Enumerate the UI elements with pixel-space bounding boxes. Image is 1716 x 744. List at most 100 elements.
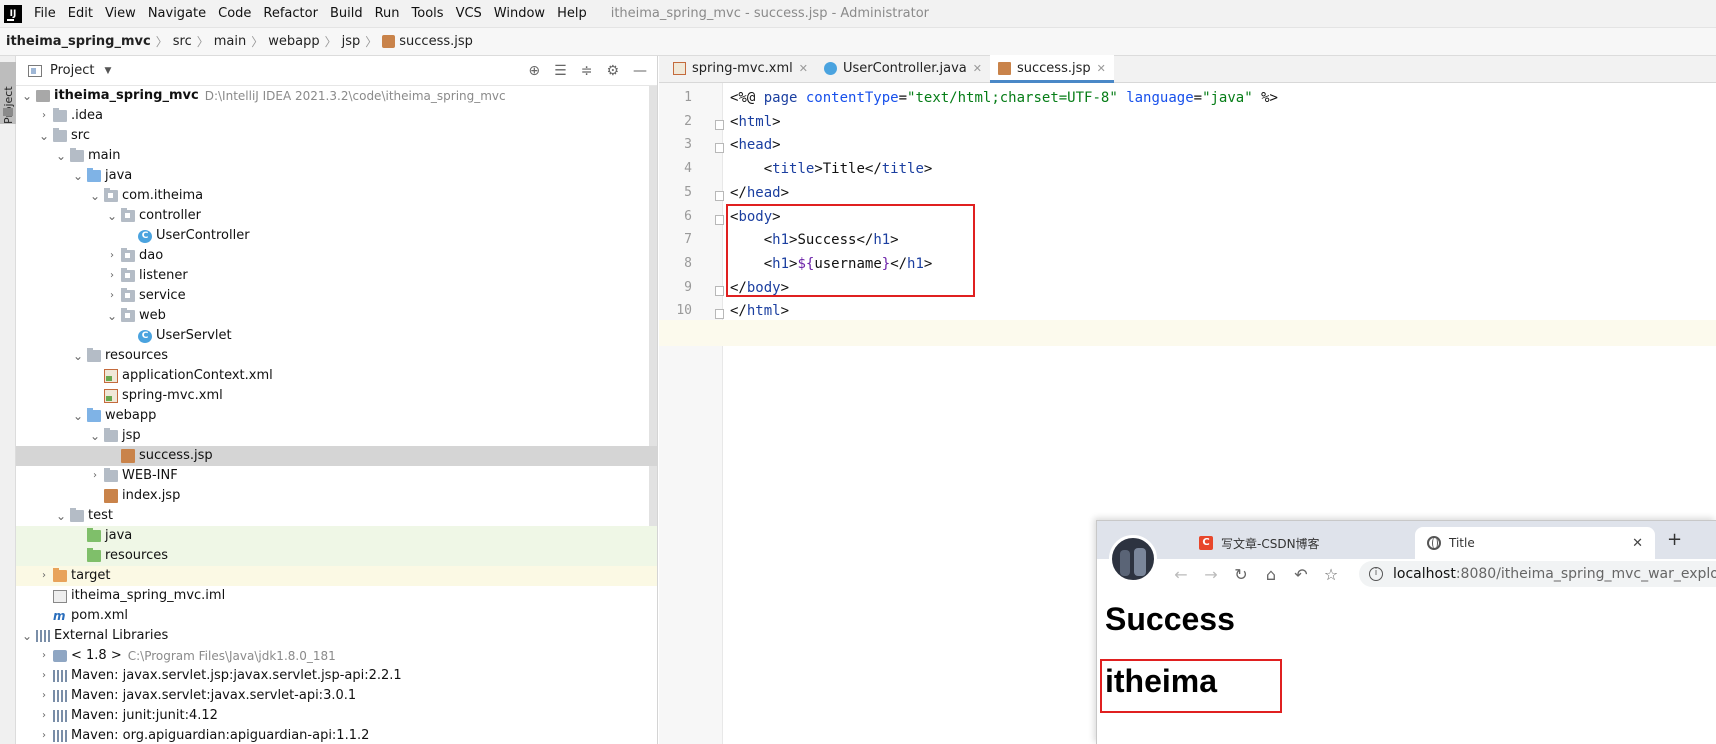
chevron-right-icon[interactable]: › — [37, 566, 51, 586]
tree-item[interactable]: ⌄ test — [16, 506, 657, 526]
code-line[interactable]: <%@ page contentType="text/html;charset=… — [730, 85, 1278, 111]
editor-tab[interactable]: spring-mvc.xml ✕ — [665, 55, 816, 82]
tree-item[interactable]: ⌄ web — [16, 306, 657, 326]
menu-file[interactable]: File — [28, 0, 62, 28]
menu-tools[interactable]: Tools — [406, 0, 450, 28]
tree-item[interactable]: ⌄ com.itheima — [16, 186, 657, 206]
tree-item[interactable]: › .idea — [16, 106, 657, 126]
menu-vcs[interactable]: VCS — [450, 0, 488, 28]
chevron-right-icon[interactable]: › — [105, 246, 119, 266]
browser-tab-csdn[interactable]: C 写文章-CSDN博客 — [1187, 527, 1407, 559]
code-line[interactable]: <title>Title</title> — [730, 156, 933, 182]
breadcrumb-item-src[interactable]: src — [173, 34, 192, 49]
collapse-all-icon[interactable]: ≑ — [581, 63, 593, 79]
reload-icon[interactable]: ↻ — [1233, 565, 1249, 584]
chevron-down-icon[interactable]: ⌄ — [54, 150, 68, 162]
tree-item[interactable]: › target — [16, 566, 657, 586]
breadcrumb-item-jsp[interactable]: jsp — [342, 34, 361, 49]
tree-item[interactable]: java — [16, 526, 657, 546]
tree-item[interactable]: ⌄ itheima_spring_mvc D:\IntelliJ IDEA 2021… — [16, 86, 657, 106]
chevron-down-icon[interactable]: ⌄ — [88, 430, 102, 442]
chevron-right-icon[interactable]: › — [88, 466, 102, 486]
chevron-down-icon[interactable]: ⌄ — [54, 510, 68, 522]
tree-item[interactable]: applicationContext.xml — [16, 366, 657, 386]
menu-run[interactable]: Run — [369, 0, 406, 28]
code-line[interactable]: </head> — [730, 180, 789, 206]
undo-icon[interactable]: ↶ — [1293, 565, 1309, 584]
tree-item[interactable]: ⌄ main — [16, 146, 657, 166]
menu-help[interactable]: Help — [551, 0, 593, 28]
locate-file-icon[interactable]: ⊕ — [528, 63, 540, 79]
tree-item[interactable]: › < 1.8 > C:\Program Files\Java\jdk1.8.0_1… — [16, 646, 657, 666]
chevron-down-icon[interactable]: ⌄ — [20, 90, 34, 102]
chevron-down-icon[interactable]: ⌄ — [71, 410, 85, 422]
code-line[interactable]: <html> — [730, 109, 781, 135]
chevron-right-icon[interactable]: › — [37, 726, 51, 744]
chevron-right-icon[interactable]: › — [105, 286, 119, 306]
back-icon[interactable]: ← — [1173, 565, 1189, 584]
hide-panel-icon[interactable]: — — [633, 63, 647, 79]
tree-item[interactable]: ⌄ jsp — [16, 426, 657, 446]
fold-marker-icon[interactable] — [715, 143, 724, 154]
chevron-down-icon[interactable]: ⌄ — [71, 170, 85, 182]
breadcrumb-item-main[interactable]: main — [214, 34, 246, 49]
chevron-down-icon[interactable]: ⌄ — [105, 310, 119, 322]
code-line[interactable]: <h1>${username}</h1> — [730, 251, 933, 277]
chevron-right-icon[interactable]: › — [37, 666, 51, 686]
breadcrumb-item-webapp[interactable]: webapp — [268, 34, 319, 49]
tree-item[interactable]: ⌄ src — [16, 126, 657, 146]
code-line[interactable]: </html> — [730, 298, 789, 324]
tree-item[interactable]: C UserServlet — [16, 326, 657, 346]
chevron-right-icon[interactable]: › — [37, 706, 51, 726]
info-icon[interactable]: i — [1369, 567, 1383, 581]
breadcrumb-item-project[interactable]: itheima_spring_mvc — [6, 34, 151, 49]
tree-item[interactable]: › dao — [16, 246, 657, 266]
bookmark-star-icon[interactable]: ☆ — [1323, 565, 1339, 584]
tree-item[interactable]: ⌄ controller — [16, 206, 657, 226]
tree-item[interactable]: › Maven: org.apiguardian:apiguardian-api:… — [16, 726, 657, 744]
fold-marker-icon[interactable] — [715, 119, 724, 130]
close-icon[interactable]: ✕ — [1097, 62, 1106, 75]
tree-item[interactable]: › WEB-INF — [16, 466, 657, 486]
chevron-down-icon[interactable]: ⌄ — [20, 630, 34, 642]
browser-tab-title[interactable]: Title ✕ — [1415, 527, 1655, 559]
fold-marker-icon[interactable] — [715, 309, 724, 320]
menu-edit[interactable]: Edit — [62, 0, 99, 28]
tree-item[interactable]: › service — [16, 286, 657, 306]
tree-item[interactable]: m pom.xml — [16, 606, 657, 626]
address-bar[interactable]: i localhost :8080/itheima_spring_mvc_war… — [1359, 561, 1716, 587]
project-panel-title[interactable]: Project — [50, 63, 94, 78]
tree-item[interactable]: itheima_spring_mvc.iml — [16, 586, 657, 606]
chevron-right-icon[interactable]: › — [37, 106, 51, 126]
tree-item[interactable]: C UserController — [16, 226, 657, 246]
code-line[interactable]: <body> — [730, 204, 781, 230]
chevron-right-icon[interactable]: › — [105, 266, 119, 286]
code-line[interactable]: <head> — [730, 132, 781, 158]
chevron-down-icon[interactable]: ⌄ — [71, 350, 85, 362]
expand-all-icon[interactable]: ☰ — [554, 63, 567, 79]
fold-marker-icon[interactable] — [715, 214, 724, 225]
fold-marker-icon[interactable] — [715, 285, 724, 296]
editor-tab[interactable]: UserController.java ✕ — [816, 55, 990, 82]
chevron-right-icon[interactable]: › — [37, 646, 51, 666]
forward-icon[interactable]: → — [1203, 565, 1219, 584]
chevron-down-icon[interactable]: ⌄ — [105, 210, 119, 222]
menu-window[interactable]: Window — [488, 0, 551, 28]
menu-refactor[interactable]: Refactor — [257, 0, 324, 28]
tree-item[interactable]: success.jsp — [16, 446, 657, 466]
chevron-down-icon[interactable]: ▼ — [104, 66, 111, 76]
chevron-down-icon[interactable]: ⌄ — [88, 190, 102, 202]
gear-icon[interactable]: ⚙ — [606, 63, 619, 79]
editor-tab[interactable]: success.jsp ✕ — [989, 55, 1114, 83]
avatar[interactable] — [1109, 535, 1157, 583]
tree-item[interactable]: › Maven: javax.servlet.jsp:javax.servlet.… — [16, 666, 657, 686]
tree-item[interactable]: › listener — [16, 266, 657, 286]
menu-build[interactable]: Build — [324, 0, 369, 28]
close-icon[interactable]: ✕ — [1632, 536, 1643, 551]
tree-item[interactable]: ⌄ resources — [16, 346, 657, 366]
tree-item[interactable]: ⌄ External Libraries — [16, 626, 657, 646]
menu-code[interactable]: Code — [212, 0, 257, 28]
close-icon[interactable]: ✕ — [799, 62, 808, 75]
tree-item[interactable]: resources — [16, 546, 657, 566]
tree-item[interactable]: ⌄ java — [16, 166, 657, 186]
